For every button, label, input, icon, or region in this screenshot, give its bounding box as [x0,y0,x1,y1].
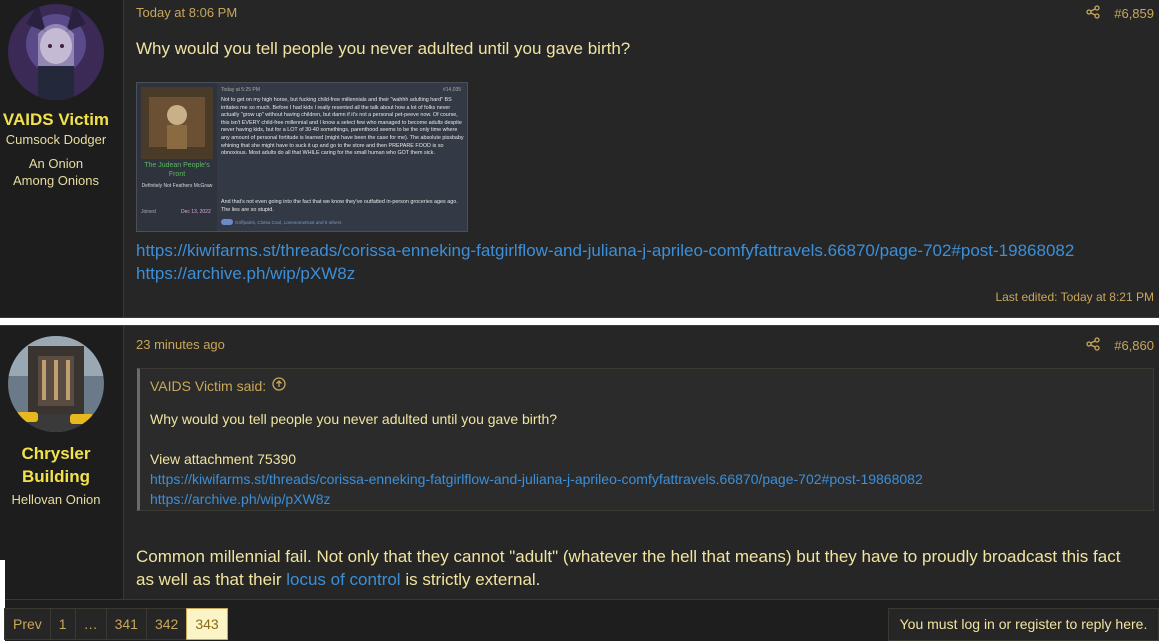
avatar[interactable] [8,336,104,432]
arrow-up-circle-icon[interactable] [272,377,286,394]
user-info: VAIDS Victim Cumsock Dodger An Onion Amo… [0,0,124,317]
post-timestamp[interactable]: Today at 8:06 PM [136,5,237,20]
thumb-reactions: Griffpatris, Clotsa Cool, LonesomeDust a… [235,220,342,225]
page-ellipsis[interactable]: … [74,608,107,640]
avatar[interactable] [8,4,104,100]
page-1-link[interactable]: 1 [49,608,76,640]
user-title: Cumsock Dodger [5,132,107,147]
attachment-thumbnail[interactable]: The Judean People's Front Definitely Not… [136,82,468,232]
thumb-joined-label: Joined [141,209,156,215]
thumb-text-2: And that's not even going into the fact … [221,199,458,213]
thumb-avatar-icon [141,87,213,159]
share-icon[interactable] [1086,5,1100,22]
post-number[interactable]: #6,860 [1114,338,1154,353]
post-actions: #6,859 [1086,5,1154,22]
quote-text: Why would you tell people you never adul… [150,411,558,427]
share-icon[interactable] [1086,337,1100,354]
post-number[interactable]: #6,859 [1114,6,1154,21]
page-343-current[interactable]: 343 [186,608,228,640]
post-body-text-2: is strictly external. [400,570,541,589]
post-actions: #6,860 [1086,337,1154,354]
quote-thread-link[interactable]: https://kiwifarms.st/threads/corissa-enn… [150,469,923,489]
thumb-time: Today at 5:25 PM [221,87,260,93]
reaction-icons [221,219,233,225]
post-timestamp[interactable]: 23 minutes ago [136,337,225,352]
post-body: Common millennial fail. Not only that th… [136,545,1136,591]
user-title: Hellovan Onion [11,492,101,507]
locus-of-control-link[interactable]: locus of control [286,570,400,589]
thread-link[interactable]: https://kiwifarms.st/threads/corissa-enn… [136,239,1153,262]
thumb-user-col: The Judean People's Front Definitely Not… [137,83,217,231]
quote-content: Why would you tell people you never adul… [150,409,923,509]
post-6860: Chrysler Building Hellovan Onion 23 minu… [0,325,1159,600]
username-line-1[interactable]: Chrysler [0,442,112,465]
post-6859: VAIDS Victim Cumsock Dodger An Onion Amo… [0,0,1159,318]
page-342-link[interactable]: 342 [145,608,188,640]
thumb-number: #14,035 [443,87,462,93]
post-body-text-1: Common millennial fail. Not only that th… [136,547,1121,589]
page-341-link[interactable]: 341 [105,608,147,640]
username-line-2[interactable]: Building [0,465,112,488]
quote-block: VAIDS Victim said: Why would you tell pe… [137,368,1154,511]
user-banner: An Onion Among Onions [13,156,99,188]
quote-archive-link[interactable]: https://archive.ph/wip/pXW8z [150,489,923,509]
thumb-text-1: Not to get on my high horse, but fucking… [221,97,464,157]
prev-page-button[interactable]: Prev [4,608,51,640]
username[interactable]: VAIDS Victim [0,108,112,131]
last-edited: Last edited: Today at 8:21 PM [995,290,1154,304]
login-to-reply-notice[interactable]: You must log in or register to reply her… [888,608,1159,641]
post-body: Why would you tell people you never adul… [136,39,631,58]
quote-header[interactable]: VAIDS Victim said: [150,377,286,394]
thumb-sub: Definitely Not Feathers McGraw [141,183,213,189]
quote-attachment-link[interactable]: View attachment 75390 [150,449,923,469]
pagination: Prev 1 … 341 342 343 [4,608,228,640]
archive-link[interactable]: https://archive.ph/wip/pXW8z [136,262,1153,285]
quote-author[interactable]: VAIDS Victim said: [150,378,266,394]
user-info: Chrysler Building Hellovan Onion [0,326,124,599]
thumb-group-name: The Judean People's Front [144,162,210,178]
thumb-joined-value: Dec 13, 2022 [181,209,211,215]
